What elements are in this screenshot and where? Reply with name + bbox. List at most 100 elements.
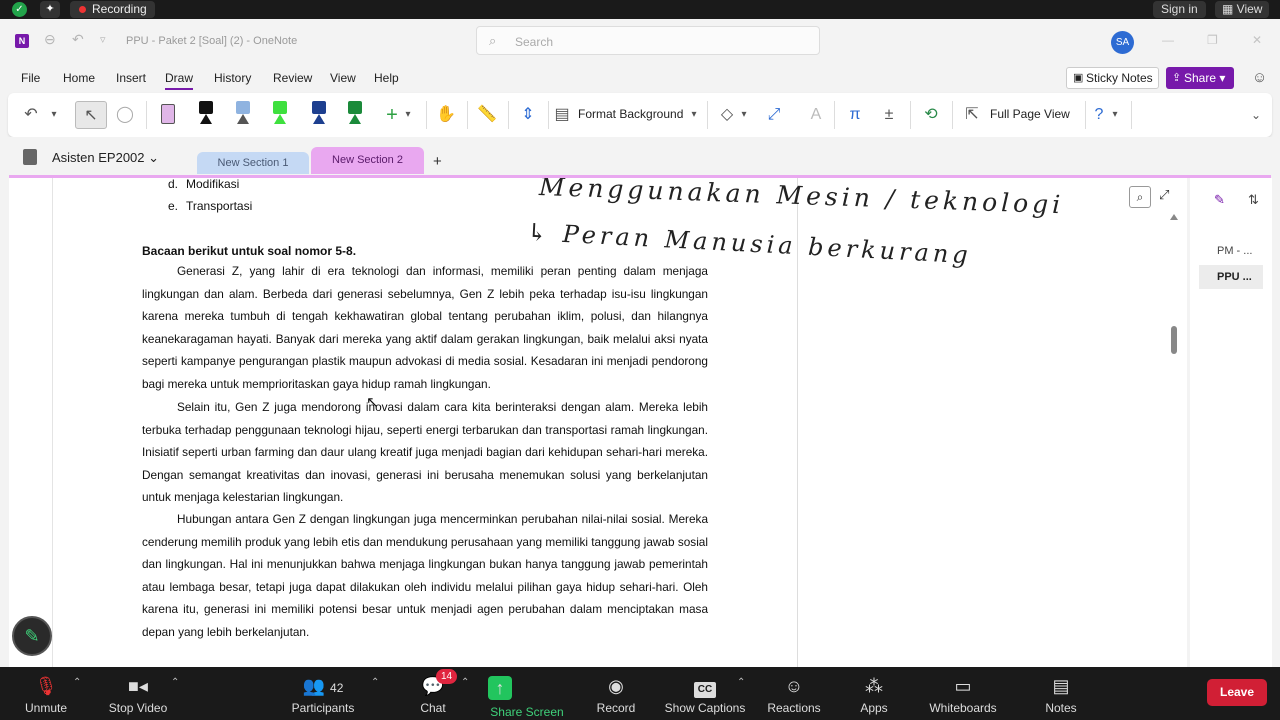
divider (707, 101, 708, 129)
add-pen-icon[interactable]: + (381, 101, 403, 129)
annotate-pencil-icon[interactable]: ✎ (12, 616, 52, 656)
format-background-dropdown-icon[interactable]: ▾ (688, 101, 700, 129)
add-section-icon[interactable]: + (433, 153, 442, 170)
avatar[interactable]: SA (1111, 31, 1134, 54)
pen-navy-icon[interactable] (310, 101, 328, 127)
new-page-icon[interactable]: ✎ (1214, 192, 1225, 208)
participants-chevron-icon[interactable]: ⌃ (371, 677, 379, 688)
record-button[interactable]: ◉ Record (592, 667, 640, 720)
unmute-button[interactable]: 🎙 Unmute (16, 667, 76, 720)
sticky-notes-icon: ▣ (1073, 72, 1084, 84)
ink-replay-icon[interactable]: ⟲ (920, 101, 942, 129)
ai-companion-icon[interactable]: ✦ (40, 1, 60, 18)
feedback-icon[interactable]: ☺ (1252, 69, 1267, 86)
undo-dropdown-icon[interactable]: ▾ (48, 101, 60, 129)
math-icon[interactable]: ± (878, 101, 900, 129)
show-captions-label: Show Captions (664, 701, 746, 715)
menu-view[interactable]: View (330, 71, 356, 85)
shapes-dropdown-icon[interactable]: ▾ (738, 101, 750, 129)
hand-pan-icon[interactable]: ✋ (435, 101, 457, 129)
highlighter-purple-icon[interactable] (159, 101, 177, 127)
record-dot-icon (79, 6, 86, 13)
add-pen-dropdown-icon[interactable]: ▾ (402, 101, 414, 129)
record-icon: ◉ (608, 676, 624, 696)
tab-new-section-2[interactable]: New Section 2 (311, 147, 424, 174)
close-icon[interactable]: ✕ (1252, 33, 1262, 47)
audio-options-chevron-icon[interactable]: ⌃ (73, 677, 81, 688)
help-icon[interactable]: ? (1088, 101, 1110, 129)
stop-video-button[interactable]: ■◂ Stop Video (100, 667, 176, 720)
quick-access-dropdown-icon[interactable]: ▿ (100, 33, 106, 46)
pen-green-icon[interactable] (346, 101, 364, 127)
security-shield-icon[interactable]: ✓ (12, 2, 27, 17)
menu-review[interactable]: Review (273, 71, 312, 85)
recording-indicator[interactable]: Recording (70, 1, 155, 18)
page-list-item[interactable]: PM - ... (1199, 239, 1263, 263)
full-page-view-button[interactable]: Full Page View (990, 107, 1070, 121)
video-options-chevron-icon[interactable]: ⌃ (171, 677, 179, 688)
undo-icon[interactable]: ↶ (20, 101, 42, 129)
lasso-tool-icon[interactable]: ◯ (114, 101, 136, 129)
format-background-icon[interactable]: ▤ (551, 101, 573, 129)
ink-to-text-icon[interactable]: A (805, 101, 827, 129)
share-screen-button[interactable]: ↑ Share Screen (488, 667, 566, 720)
share-button[interactable]: ⇪ Share ▾ (1166, 67, 1234, 89)
notes-button[interactable]: ▤ Notes (1040, 667, 1082, 720)
recording-label: Recording (92, 2, 147, 16)
pen-blue-gray-icon[interactable] (234, 101, 252, 127)
menu-help[interactable]: Help (374, 71, 399, 85)
chat-label: Chat (420, 701, 446, 715)
maximize-icon[interactable]: ❐ (1207, 33, 1218, 47)
handwritten-note-1[interactable]: Menggunakan Mesin / teknologi (538, 178, 1064, 219)
menu-insert[interactable]: Insert (116, 71, 146, 85)
ruler-icon[interactable]: 📏 (476, 101, 498, 129)
tab-new-section-1[interactable]: New Section 1 (197, 152, 309, 174)
full-page-view-icon[interactable]: ⇱ (961, 101, 983, 129)
search-box[interactable]: ⌕ Search (476, 26, 820, 55)
leave-button[interactable]: Leave (1207, 679, 1267, 706)
notes-icon: ▤ (1052, 676, 1070, 696)
divider (548, 101, 549, 129)
sticky-notes-button[interactable]: ▣ Sticky Notes (1066, 67, 1159, 89)
highlighter-green-icon[interactable] (271, 101, 289, 127)
apps-button[interactable]: ⁂ Apps (854, 667, 894, 720)
paragraph-text: Hubungan antara Gen Z dengan lingkungan … (142, 512, 708, 639)
captions-chevron-icon[interactable]: ⌃ (737, 677, 745, 688)
shapes-icon[interactable]: ◇ (716, 101, 738, 129)
menu-history[interactable]: History (214, 71, 251, 85)
chat-chevron-icon[interactable]: ⌃ (461, 677, 469, 688)
vertical-scrollbar[interactable] (1170, 214, 1178, 664)
select-tool-icon[interactable]: ↖ (75, 101, 107, 129)
ink-to-math-icon[interactable]: π (844, 101, 866, 129)
reactions-label: Reactions (767, 701, 821, 715)
format-background-button[interactable]: Format Background (578, 107, 683, 121)
whiteboards-button[interactable]: ▭ Whiteboards (924, 667, 1002, 720)
scroll-up-icon[interactable] (1170, 214, 1178, 220)
sign-in-button[interactable]: Sign in (1153, 1, 1206, 18)
page-search-icon[interactable]: ⌕ (1129, 186, 1151, 208)
page-list-item[interactable]: PPU ... (1199, 265, 1263, 289)
participants-button[interactable]: 👥 42 Participants (285, 667, 361, 720)
undo-icon[interactable]: ↶ (72, 31, 84, 48)
insert-space-icon[interactable]: ⇕ (517, 101, 539, 129)
sort-icon[interactable]: ⇅ (1248, 192, 1259, 208)
menu-draw[interactable]: Draw (165, 71, 194, 90)
notebook-name[interactable]: Asisten EP2002 ⌄ (52, 150, 159, 166)
note-page[interactable]: d. Modifikasi e. Transportasi Bacaan berik… (9, 178, 1187, 667)
menu-home[interactable]: Home (63, 71, 95, 85)
back-icon[interactable]: ⊖ (44, 31, 56, 48)
pen-black-icon[interactable] (197, 101, 215, 127)
scroll-thumb[interactable] (1171, 326, 1177, 354)
menu-file[interactable]: File (21, 71, 40, 85)
divider (426, 101, 427, 129)
collapse-ribbon-icon[interactable]: ⌄ (1249, 101, 1263, 129)
reactions-smiley-icon: ☺ (784, 676, 804, 696)
help-dropdown-icon[interactable]: ▾ (1109, 101, 1121, 129)
list-marker: d. (168, 178, 179, 191)
view-button[interactable]: ▦ View (1215, 1, 1270, 18)
expand-icon[interactable]: ⤢ (1159, 187, 1169, 203)
minimize-icon[interactable]: — (1162, 33, 1174, 47)
reactions-button[interactable]: ☺ Reactions (764, 667, 824, 720)
show-captions-button[interactable]: CC Show Captions (662, 667, 748, 720)
ink-to-shape-icon[interactable]: ⤢ (763, 101, 785, 129)
